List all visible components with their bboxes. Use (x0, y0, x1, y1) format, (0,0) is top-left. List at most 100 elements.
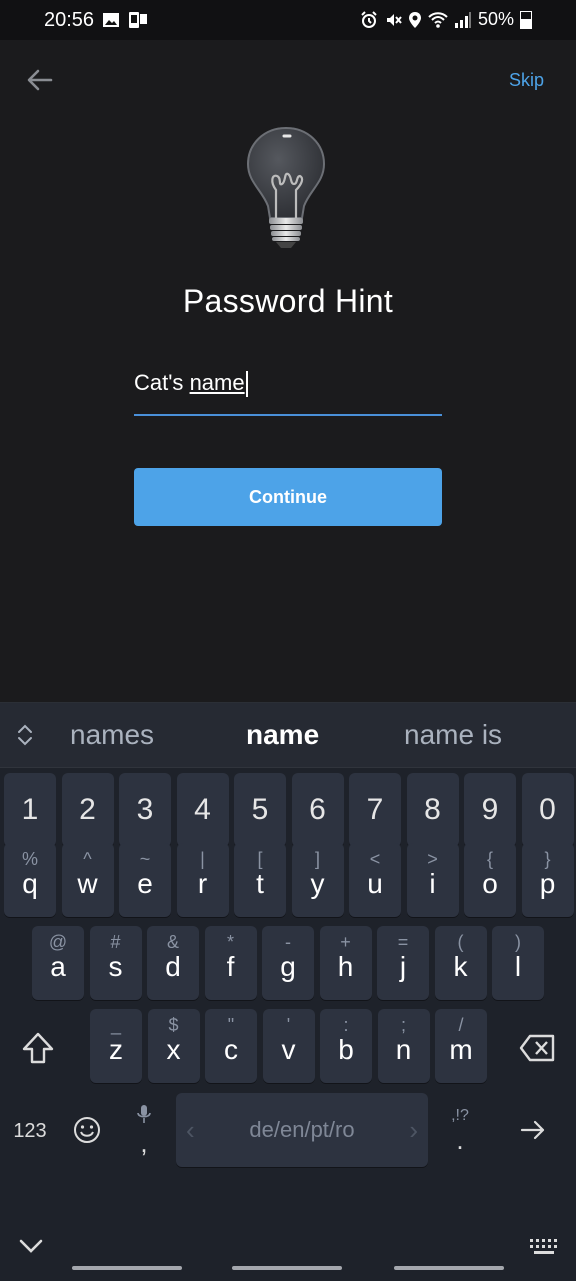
key-b-secondary: : (343, 1015, 349, 1035)
key-9[interactable]: 9 (464, 773, 516, 847)
key-m[interactable]: / m (435, 1009, 487, 1083)
key-g[interactable]: -g (262, 926, 314, 1000)
period-key[interactable]: ,!? . (444, 1099, 476, 1163)
key-m-secondary: / (458, 1015, 464, 1035)
key-2[interactable]: 2 (61, 773, 114, 847)
key-e-label: e (137, 868, 153, 899)
key-l-secondary: ) (515, 932, 521, 952)
period-label: . (456, 1124, 464, 1155)
nav-pill-right[interactable] (394, 1266, 504, 1270)
key-p-label: p (539, 868, 556, 899)
key-s-label: s (108, 951, 123, 982)
hide-keyboard-chevron-icon[interactable] (16, 1235, 46, 1257)
battery-percent: 50% (477, 9, 514, 29)
key-l[interactable]: ) l (492, 926, 544, 1000)
text-cursor (245, 371, 248, 398)
key-n[interactable]: ; n (377, 1009, 430, 1083)
emoji-icon[interactable] (72, 1115, 102, 1145)
nav-pill-home[interactable] (232, 1266, 342, 1270)
continue-button[interactable]: Continue (134, 468, 442, 526)
key-k-label: k (453, 951, 468, 982)
period-hint: ,!? (451, 1106, 469, 1124)
suggestion-1[interactable]: names (70, 719, 154, 751)
key-6-label: 6 (309, 793, 326, 826)
key-9-label: 9 (481, 793, 499, 826)
key-5[interactable]: 5 (234, 773, 286, 847)
key-r[interactable]: | r (176, 843, 229, 917)
enter-arrow-icon[interactable] (518, 1115, 548, 1145)
key-l-label: l (514, 951, 522, 982)
key-s-secondary: # (110, 932, 121, 952)
skip-button[interactable]: Skip (509, 70, 544, 91)
expand-toggle-icon[interactable] (14, 723, 36, 747)
key-1[interactable]: 1 (4, 773, 56, 847)
key-7[interactable]: 7 (349, 773, 401, 847)
key-j[interactable]: = j (377, 926, 429, 1000)
key-g-secondary: - (285, 932, 291, 952)
key-h[interactable]: + h (319, 926, 372, 1000)
key-c-label: c (224, 1034, 238, 1065)
key-u[interactable]: < u (349, 843, 401, 917)
key-t[interactable]: [t (234, 843, 286, 917)
key-p-secondary: } (544, 849, 551, 869)
key-c-secondary: " (227, 1015, 235, 1035)
key-v[interactable]: ' v (262, 1009, 315, 1083)
keyboard-switch-icon[interactable] (528, 1237, 560, 1257)
key-a-label: a (50, 951, 66, 982)
key-o[interactable]: {o (464, 843, 516, 917)
shift-icon[interactable] (18, 1028, 58, 1068)
key-3[interactable]: 3 (119, 773, 171, 847)
key-0[interactable]: 0 (521, 773, 574, 847)
back-arrow-icon[interactable] (24, 64, 56, 96)
key-u-secondary: < (369, 849, 381, 869)
key-5-label: 5 (251, 793, 269, 826)
key-f[interactable]: * f (204, 926, 257, 1000)
key-h-label: h (337, 951, 354, 982)
key-y[interactable]: ] y (291, 843, 344, 917)
key-a[interactable]: @ a (32, 926, 84, 1000)
key-w-label: w (77, 868, 98, 899)
microphone-icon (137, 1104, 151, 1123)
key-7-label: 7 (366, 793, 384, 826)
key-x[interactable]: $ x (147, 1009, 200, 1083)
key-u-label: u (367, 868, 383, 899)
key-i[interactable]: > i (406, 843, 459, 917)
backspace-icon[interactable] (518, 1031, 558, 1065)
key-q[interactable]: % q (4, 843, 56, 917)
comma-key[interactable]: , (128, 1099, 160, 1163)
spacebar[interactable]: ‹ de/en/pt/ro › (176, 1093, 428, 1167)
key-z-label: z (109, 1034, 123, 1065)
battery-icon (520, 10, 532, 29)
key-8[interactable]: 8 (406, 773, 459, 847)
key-k[interactable]: (k (434, 926, 487, 1000)
key-q-secondary: % (21, 849, 39, 869)
key-4[interactable]: 4 (176, 773, 229, 847)
key-o-label: o (482, 868, 498, 899)
key-b-label: b (338, 1034, 354, 1065)
key-k-secondary: ( (457, 932, 464, 952)
key-e[interactable]: ~ e (119, 843, 171, 917)
symbols-mode-key[interactable]: 123 (8, 1113, 52, 1149)
key-n-label: n (395, 1034, 412, 1065)
chevron-left-icon: ‹ (186, 1115, 195, 1145)
key-v-secondary: ' (286, 1015, 291, 1035)
suggestion-3[interactable]: name is (404, 719, 502, 751)
key-r-secondary: | (200, 849, 205, 869)
key-x-label: x (166, 1034, 181, 1065)
key-z[interactable]: _ z (90, 1009, 142, 1083)
key-p[interactable]: } p (521, 843, 574, 917)
key-b[interactable]: :b (320, 1009, 372, 1083)
key-z-secondary: _ (110, 1015, 122, 1035)
signal-icon (454, 11, 471, 28)
key-s[interactable]: # s (89, 926, 142, 1000)
key-g-label: g (280, 951, 296, 982)
key-c[interactable]: " c (205, 1009, 257, 1083)
key-w[interactable]: ^ w (61, 843, 114, 917)
suggestion-2[interactable]: name (246, 719, 319, 751)
key-6[interactable]: 6 (291, 773, 344, 847)
key-d[interactable]: & d (147, 926, 199, 1000)
nav-pill-left[interactable] (72, 1266, 182, 1270)
key-x-secondary: $ (168, 1015, 179, 1035)
key-w-secondary: ^ (83, 849, 92, 869)
password-hint-input[interactable]: Cat's name (134, 366, 442, 416)
